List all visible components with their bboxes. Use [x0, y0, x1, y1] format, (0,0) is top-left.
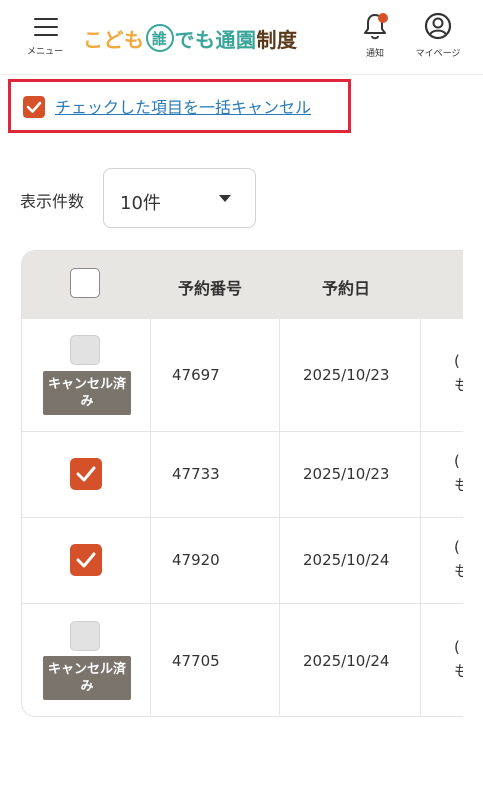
column-divider	[150, 319, 151, 431]
notification-dot	[378, 13, 388, 23]
column-divider	[150, 603, 151, 715]
logo-text-3: 通園	[215, 27, 257, 52]
bulk-cancel-link[interactable]: チェックした項目を一括キャンセル	[55, 94, 311, 118]
column-divider	[279, 319, 280, 431]
logo-text-2: でも	[174, 27, 216, 52]
column-divider	[420, 517, 421, 603]
truncated-cell-line2: も	[454, 373, 463, 397]
column-divider	[279, 603, 280, 715]
row-checkbox-checked[interactable]	[70, 458, 102, 490]
truncated-cell-line2: も	[454, 659, 463, 683]
reservation-number: 47920	[172, 551, 220, 569]
column-divider	[150, 431, 151, 517]
display-count-select[interactable]: 10件	[103, 168, 256, 228]
bell-icon	[364, 13, 388, 40]
column-divider	[279, 431, 280, 517]
column-divider	[150, 517, 151, 603]
reservation-table: 予約番号 予約日 キャンセル済み 47697 2025/10/23 ( も 47…	[21, 250, 463, 717]
truncated-cell-line1: (	[454, 352, 460, 370]
checkmark-icon	[76, 552, 96, 568]
mypage-button[interactable]: マイページ	[408, 10, 468, 62]
reservation-date: 2025/10/24	[303, 551, 390, 569]
notification-label: 通知	[365, 49, 384, 59]
notification-button[interactable]: 通知	[354, 10, 396, 62]
reservation-date: 2025/10/23	[303, 366, 390, 384]
logo-text-1: こども	[83, 27, 145, 52]
select-all-checkbox[interactable]	[70, 268, 100, 298]
column-header-number: 予約番号	[178, 279, 243, 298]
truncated-cell-line1: (	[454, 638, 460, 656]
table-header: 予約番号 予約日	[22, 251, 463, 319]
checkmark-icon	[76, 466, 96, 482]
row-checkbox-disabled	[70, 335, 100, 365]
user-icon	[424, 12, 452, 40]
row-checkbox-disabled	[70, 621, 100, 651]
column-divider	[420, 431, 421, 517]
table-row: キャンセル済み 47697 2025/10/23 ( も	[22, 319, 463, 432]
table-row: 47920 2025/10/24 ( も	[22, 517, 463, 604]
column-header-date: 予約日	[322, 279, 371, 298]
menu-label: メニュー	[26, 47, 63, 57]
reservation-number: 47697	[172, 366, 220, 384]
table-row: キャンセル済み 47705 2025/10/24 ( も	[22, 603, 463, 715]
reservation-number: 47733	[172, 465, 220, 483]
reservation-number: 47705	[172, 652, 220, 670]
row-checkbox-checked[interactable]	[70, 544, 102, 576]
logo-text-4: 制度	[256, 27, 298, 52]
checkmark-icon	[26, 101, 42, 113]
column-divider	[279, 517, 280, 603]
truncated-cell-line2: も	[454, 559, 463, 583]
app-header: メニュー こども 誰 でも 通園 制度 通知 マイページ	[0, 0, 483, 75]
cancelled-badge: キャンセル済み	[43, 371, 131, 415]
reservation-date: 2025/10/24	[303, 652, 390, 670]
column-divider	[420, 319, 421, 431]
logo-circle-text: 誰	[145, 24, 174, 52]
mypage-label: マイページ	[415, 49, 461, 59]
bulk-cancel-highlight: チェックした項目を一括キャンセル	[8, 79, 351, 133]
caret-down-icon	[219, 195, 231, 202]
app-logo[interactable]: こども 誰 でも 通園 制度	[83, 22, 298, 54]
cancelled-badge: キャンセル済み	[43, 656, 131, 700]
table-row: 47733 2025/10/23 ( も	[22, 431, 463, 518]
display-count-value: 10件	[120, 193, 161, 214]
truncated-cell-line1: (	[454, 452, 460, 470]
truncated-cell-line2: も	[454, 473, 463, 497]
truncated-cell-line1: (	[454, 538, 460, 556]
bulk-select-checkbox[interactable]	[23, 96, 45, 118]
reservation-date: 2025/10/23	[303, 465, 390, 483]
hamburger-icon	[34, 18, 58, 36]
column-divider	[420, 603, 421, 715]
menu-button[interactable]: メニュー	[22, 12, 68, 62]
display-count-label: 表示件数	[20, 192, 85, 211]
